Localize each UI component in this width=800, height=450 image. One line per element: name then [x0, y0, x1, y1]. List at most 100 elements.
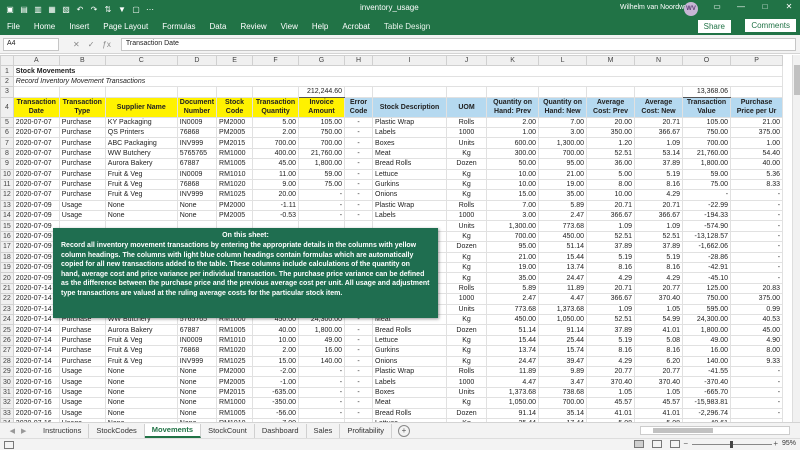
tab-data[interactable]: Data	[203, 22, 234, 31]
table-cell[interactable]: Kg	[446, 334, 488, 347]
table-cell[interactable]: -1,662.06	[682, 241, 732, 253]
table-cell[interactable]: 366.67	[634, 210, 684, 222]
table-cell[interactable]: 5.36	[730, 168, 784, 180]
table-cell[interactable]: Meat	[372, 147, 448, 160]
table-column-header[interactable]: UOM	[446, 96, 488, 118]
table-cell[interactable]: 2020-07-07	[12, 147, 60, 160]
enter-icon[interactable]: ✓	[88, 40, 95, 49]
table-column-header[interactable]: Quantity on Hand: New	[538, 96, 588, 118]
row-number[interactable]: 24	[0, 313, 14, 326]
table-cell[interactable]: INV999	[176, 137, 218, 149]
table-cell[interactable]: -	[344, 158, 374, 170]
table-cell[interactable]: 40.00	[252, 324, 300, 336]
table-cell[interactable]: PM2000	[216, 365, 254, 378]
table-cell[interactable]: 750.00	[298, 126, 346, 139]
add-sheet-icon[interactable]: +	[398, 424, 410, 437]
table-cell[interactable]: Fruit & Veg	[104, 189, 178, 201]
table-cell[interactable]: None	[104, 386, 178, 399]
row-number[interactable]: 5	[0, 116, 14, 128]
table-cell[interactable]: 1,300.00	[486, 220, 540, 232]
row-number[interactable]: 18	[0, 251, 14, 264]
table-cell[interactable]: 2.00	[252, 345, 300, 357]
table-cell[interactable]: 3.00	[538, 126, 588, 139]
table-cell[interactable]: 8.16	[634, 178, 684, 191]
table-cell[interactable]: Lettuce	[372, 334, 448, 347]
table-cell[interactable]: Purchase	[58, 189, 106, 201]
avatar[interactable]: WV	[684, 2, 698, 16]
table-cell[interactable]: -	[730, 272, 784, 284]
table-cell[interactable]: 21.00	[538, 168, 588, 180]
table-cell[interactable]: 300.00	[486, 147, 540, 160]
table-cell[interactable]: 41.01	[634, 324, 684, 336]
table-cell[interactable]: 2020-07-16	[12, 376, 60, 388]
cancel-icon[interactable]: ✕	[73, 40, 80, 49]
row-number[interactable]: 14	[0, 210, 14, 222]
table-cell[interactable]: 2020-07-07	[12, 189, 60, 201]
row-number[interactable]: 33	[0, 407, 14, 419]
table-cell[interactable]: 15.00	[252, 355, 300, 367]
row-number[interactable]: 29	[0, 365, 14, 378]
table-cell[interactable]: 2020-07-07	[12, 158, 60, 170]
table-cell[interactable]: 2020-07-16	[12, 365, 60, 378]
row-number[interactable]: 27	[0, 345, 14, 357]
sort-icon[interactable]: ⇅	[102, 3, 114, 15]
table-cell[interactable]: 59.00	[682, 168, 732, 180]
table-cell[interactable]: RM1025	[216, 189, 254, 201]
table-cell[interactable]: 20.00	[252, 189, 300, 201]
table-cell[interactable]: -665.70	[682, 386, 732, 399]
table-cell[interactable]: 10.00	[252, 334, 300, 347]
sheet-tab-stockcount[interactable]: StockCount	[201, 423, 255, 438]
table-cell[interactable]: KY Packaging	[104, 116, 178, 128]
table-cell[interactable]: -45.10	[682, 272, 732, 284]
table-cell[interactable]: -	[298, 199, 346, 212]
table-cell[interactable]: 366.67	[586, 210, 636, 222]
table-cell[interactable]: -	[344, 210, 374, 222]
table-cell[interactable]: 2020-07-07	[12, 168, 60, 180]
table-cell[interactable]: 15.44	[538, 251, 588, 264]
table-cell[interactable]: RM1005	[216, 324, 254, 336]
table-cell[interactable]: Labels	[372, 210, 448, 222]
table-cell[interactable]: 2.00	[252, 126, 300, 139]
table-cell[interactable]: -635.00	[252, 386, 300, 399]
table-cell[interactable]: 1,050.00	[538, 313, 588, 326]
row-number[interactable]: 20	[0, 272, 14, 284]
table-cell[interactable]: Usage	[58, 365, 106, 378]
table-cell[interactable]: 24.47	[486, 355, 540, 367]
horizontal-scrollbar[interactable]	[640, 426, 790, 435]
table-cell[interactable]: 52.51	[586, 147, 636, 160]
table-cell[interactable]: 20.77	[634, 365, 684, 378]
table-cell[interactable]: Boxes	[372, 386, 448, 399]
table-cell[interactable]: -	[730, 241, 784, 253]
table-cell[interactable]: 20.71	[634, 199, 684, 212]
table-cell[interactable]: 1,800.00	[298, 324, 346, 336]
table-cell[interactable]: 24,300.00	[682, 313, 732, 326]
sheet-tab-dashboard[interactable]: Dashboard	[255, 423, 307, 438]
row-number[interactable]: 9	[0, 158, 14, 170]
table-cell[interactable]: 4.29	[586, 272, 636, 284]
normal-view-icon[interactable]	[634, 440, 644, 448]
sheet-tab-instructions[interactable]: Instructions	[36, 423, 90, 438]
table-cell[interactable]: -22.99	[682, 199, 732, 212]
table-cell[interactable]: 20.71	[586, 282, 636, 295]
table-cell[interactable]: 700.00	[252, 137, 300, 149]
table-cell[interactable]: 700.00	[538, 147, 588, 160]
table-cell[interactable]: -	[344, 168, 374, 180]
table-cell[interactable]: -	[344, 407, 374, 419]
table-cell[interactable]: Usage	[58, 210, 106, 222]
table-cell[interactable]: -1.11	[252, 199, 300, 212]
table-cell[interactable]: 75.00	[298, 178, 346, 191]
table-cell[interactable]: 25.44	[538, 334, 588, 347]
sheet-subtitle[interactable]: Record Inventory Movement Transactions	[12, 75, 784, 88]
table-cell[interactable]: 15.00	[486, 189, 540, 201]
table-cell[interactable]: 4.47	[486, 376, 540, 388]
row-number[interactable]: 25	[0, 324, 14, 336]
table-cell[interactable]: 45.57	[586, 397, 636, 409]
column-header[interactable]: B	[58, 55, 106, 67]
table-cell[interactable]: 1.05	[634, 303, 684, 316]
table-cell[interactable]: -	[344, 386, 374, 399]
table-cell[interactable]: 0.99	[730, 303, 784, 316]
table-cell[interactable]: -2.00	[252, 365, 300, 378]
table-cell[interactable]: 11.89	[538, 282, 588, 295]
table-cell[interactable]: Plastic Wrap	[372, 199, 448, 212]
table-cell[interactable]: -	[730, 407, 784, 419]
